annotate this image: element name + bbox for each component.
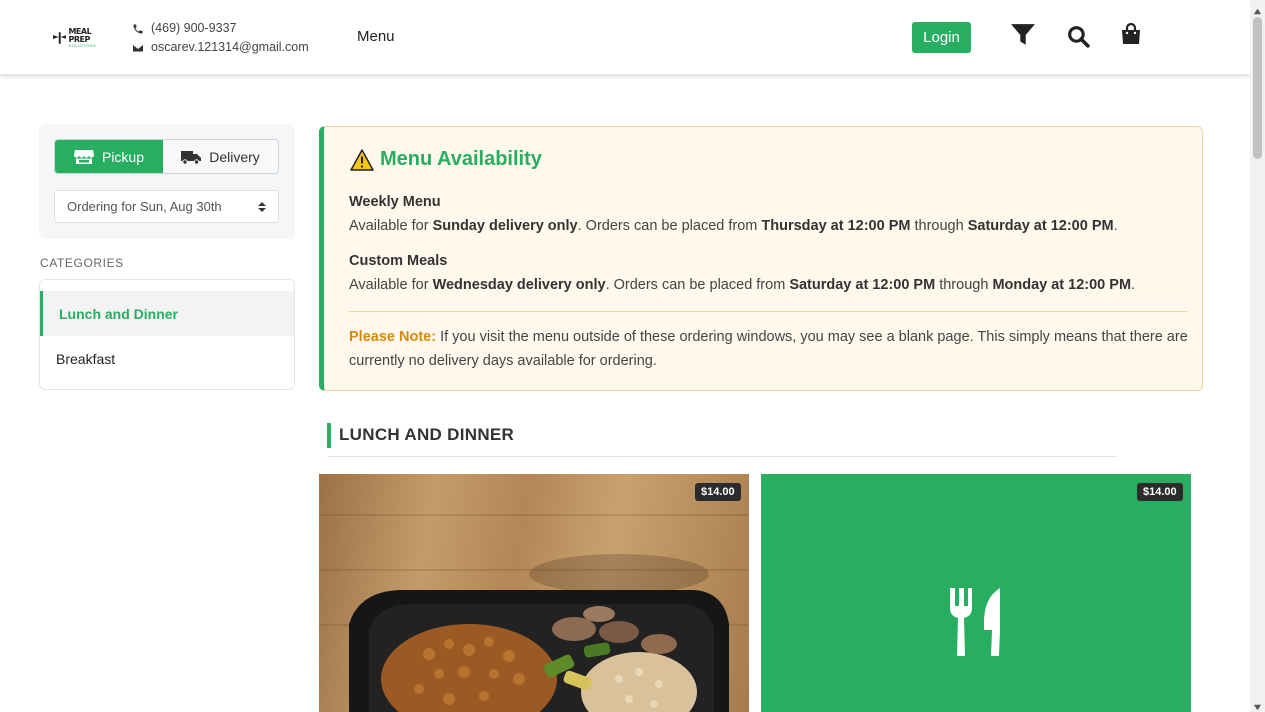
envelope-icon (133, 44, 143, 51)
sort-caret-icon (258, 202, 266, 212)
utensils-icon (950, 588, 1000, 656)
nav-menu-link[interactable]: Menu (357, 28, 395, 45)
custom-meals-block: Custom Meals Available for Wednesday del… (349, 249, 1135, 297)
categories-heading: CATEGORIES (40, 256, 124, 270)
logo[interactable]: MEAL PREP SOLUTIONS (53, 28, 113, 48)
please-note-label: Please Note: (349, 329, 437, 345)
section-title: LUNCH AND DINNER (339, 425, 515, 444)
scroll-down-arrow-icon[interactable] (1253, 699, 1262, 711)
scroll-up-arrow-icon[interactable] (1253, 3, 1262, 15)
category-list: Lunch and Dinner Breakfast (39, 279, 295, 390)
category-item-breakfast[interactable]: Breakfast (40, 336, 294, 381)
delivery-button[interactable]: Delivery (163, 140, 278, 173)
order-options-panel: Pickup Delivery Ordering for Sun, Aug 30… (39, 124, 295, 239)
delivery-label: Delivery (209, 148, 260, 165)
search-icon[interactable] (1066, 24, 1091, 49)
section-accent-bar (327, 423, 331, 448)
weekly-menu-block: Weekly Menu Available for Sunday deliver… (349, 190, 1118, 238)
pickup-label: Pickup (101, 148, 145, 165)
category-item-lunch-and-dinner[interactable]: Lunch and Dinner (40, 291, 294, 336)
contact-info: (469) 900-9337 oscarev.121314@gmail.com (132, 19, 309, 57)
warning-icon (350, 148, 374, 171)
logo-main-text: MEAL PREP (68, 27, 92, 44)
login-button[interactable]: Login (912, 22, 971, 53)
phone-number[interactable]: (469) 900-9337 (151, 19, 236, 38)
phone-icon (133, 24, 143, 33)
custom-meals-heading: Custom Meals (349, 253, 448, 269)
notice-title: Menu Availability (380, 148, 542, 170)
weekly-menu-heading: Weekly Menu (349, 194, 441, 210)
filter-icon[interactable] (1010, 22, 1036, 48)
notice-divider (349, 311, 1187, 312)
price-badge: $14.00 (695, 483, 741, 501)
section-divider (327, 456, 1117, 457)
menu-availability-notice: Menu Availability Weekly Menu Available … (319, 126, 1203, 391)
product-card-1[interactable]: $14.00 (319, 474, 749, 712)
please-note-text: Please Note: If you visit the menu outsi… (349, 329, 1188, 369)
logo-mark-icon (53, 32, 67, 44)
storefront-icon (73, 149, 94, 164)
weekly-menu-text: Available for Sunday delivery only. Orde… (349, 218, 1118, 234)
price-badge: $14.00 (1137, 483, 1183, 501)
email-address[interactable]: oscarev.121314@gmail.com (151, 38, 309, 57)
product-card-2[interactable]: $14.00 (761, 474, 1191, 712)
order-date-value: Ordering for Sun, Aug 30th (67, 199, 222, 214)
pickup-button[interactable]: Pickup (55, 140, 163, 173)
order-date-select[interactable]: Ordering for Sun, Aug 30th (54, 190, 279, 223)
fulfillment-toggle: Pickup Delivery (54, 139, 279, 174)
page-scrollbar[interactable] (1250, 0, 1265, 712)
truck-icon (181, 150, 202, 165)
meal-container-illustration (349, 554, 729, 712)
logo-sub-text: SOLUTIONS (68, 43, 97, 48)
site-header: MEAL PREP SOLUTIONS (469) 900-9337 oscar… (0, 0, 1250, 75)
scrollbar-thumb[interactable] (1253, 17, 1262, 159)
shopping-bag-icon[interactable] (1119, 22, 1143, 46)
custom-meals-text: Available for Wednesday delivery only. O… (349, 277, 1136, 293)
